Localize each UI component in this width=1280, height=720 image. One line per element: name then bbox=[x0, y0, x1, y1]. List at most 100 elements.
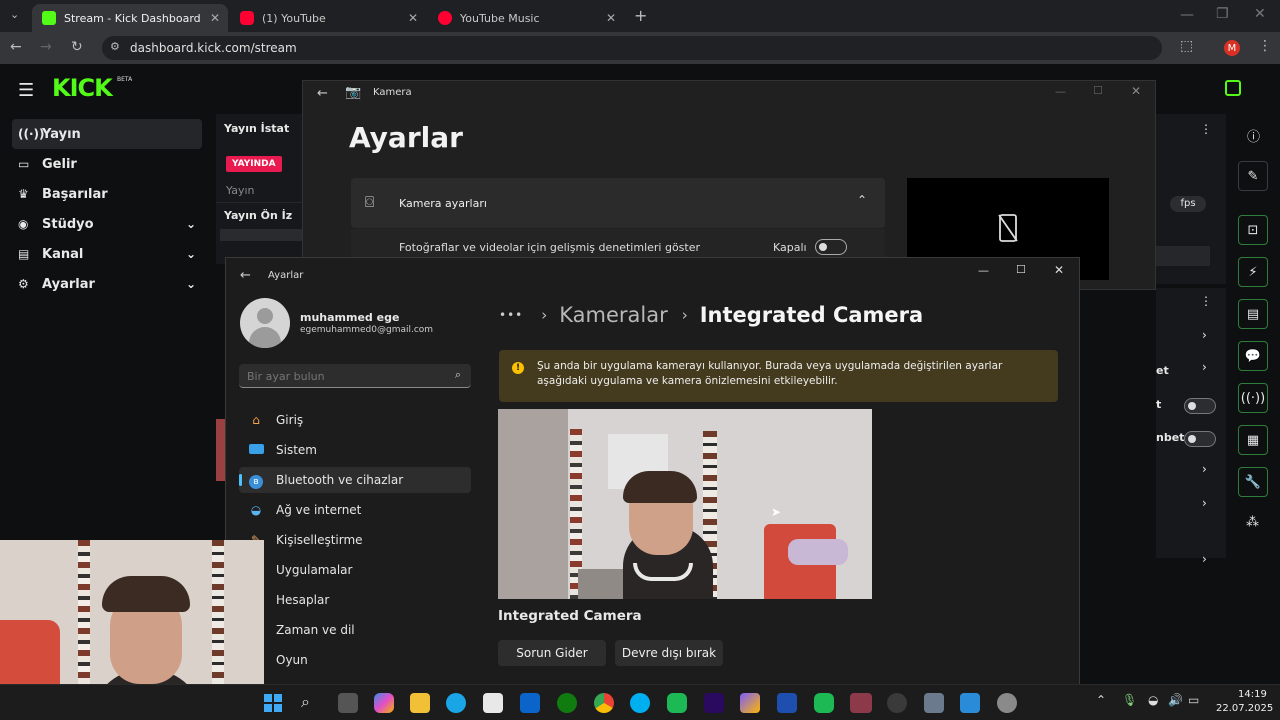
minimize-icon[interactable]: — bbox=[978, 264, 989, 277]
chevron-right-icon[interactable]: › bbox=[1202, 496, 1207, 510]
sidebar-item-kisisellestirme[interactable]: ✎ Kişiselleştirme bbox=[239, 527, 471, 553]
minimize-icon[interactable]: — bbox=[1055, 85, 1066, 98]
tab-kick-dashboard[interactable]: Stream - Kick Dashboard ✕ bbox=[32, 4, 228, 32]
copilot-icon[interactable] bbox=[374, 693, 394, 713]
toggle-switch[interactable] bbox=[1184, 431, 1216, 447]
refresh-app-icon[interactable] bbox=[814, 693, 834, 713]
kick-nav-studyo[interactable]: ◉ Stüdyo ⌄ bbox=[12, 209, 202, 239]
tab-youtube[interactable]: (1) YouTube ✕ bbox=[230, 4, 426, 32]
close-window-icon[interactable]: ✕ bbox=[1254, 6, 1266, 22]
extensions-icon[interactable]: ⬚ bbox=[1180, 38, 1193, 54]
hand-app-icon[interactable] bbox=[850, 693, 872, 713]
layout-icon[interactable]: ▦ bbox=[1238, 425, 1268, 455]
lightning-icon[interactable]: ⚡ bbox=[1238, 257, 1268, 287]
share-nodes-icon[interactable]: ⁂ bbox=[1246, 515, 1259, 530]
camera-app-taskbar-icon[interactable] bbox=[924, 693, 944, 713]
notes-icon[interactable]: ▤ bbox=[1238, 299, 1268, 329]
sidebar-item-sistem[interactable]: Sistem bbox=[239, 437, 471, 463]
chevron-right-icon[interactable]: › bbox=[1202, 462, 1207, 476]
back-arrow-icon[interactable]: ← bbox=[317, 86, 328, 101]
search-icon[interactable]: ⌕ bbox=[455, 368, 461, 382]
file-explorer-icon[interactable] bbox=[410, 693, 430, 713]
close-icon[interactable]: ✕ bbox=[606, 11, 616, 25]
chevron-up-icon[interactable]: ⌃ bbox=[1096, 693, 1106, 707]
premiere-icon[interactable] bbox=[704, 693, 724, 713]
breadcrumb-ellipsis[interactable]: ••• bbox=[499, 308, 523, 322]
browser-menu-icon[interactable]: ⋮ bbox=[1258, 38, 1272, 54]
sidebar-item-uygulamalar[interactable]: ▦ Uygulamalar bbox=[239, 557, 471, 583]
chrome-icon[interactable] bbox=[594, 693, 614, 713]
back-arrow-icon[interactable]: ← bbox=[10, 39, 22, 55]
close-icon[interactable]: ✕ bbox=[408, 11, 418, 25]
sidebar-item-oyun[interactable]: 🎮 Oyun bbox=[239, 647, 471, 673]
back-arrow-icon[interactable]: ← bbox=[240, 268, 251, 283]
reload-icon[interactable]: ↻ bbox=[71, 39, 83, 55]
breadcrumb-kameralar[interactable]: Kameralar bbox=[559, 303, 668, 327]
battery-icon[interactable]: ▭ bbox=[1188, 693, 1199, 707]
kick-nav-gelir[interactable]: ▭ Gelir bbox=[12, 149, 202, 179]
tab-list-chevron-icon[interactable]: ⌄ bbox=[10, 8, 19, 21]
profile-avatar[interactable]: M bbox=[1224, 40, 1240, 56]
address-bar[interactable]: ⚙ dashboard.kick.com/stream bbox=[102, 36, 1162, 60]
xbox-icon[interactable] bbox=[557, 693, 577, 713]
video-app-icon[interactable] bbox=[960, 693, 980, 713]
linkedin-icon[interactable] bbox=[777, 693, 797, 713]
info-icon[interactable]: ⓘ bbox=[1247, 126, 1260, 145]
skype-icon[interactable] bbox=[630, 693, 650, 713]
close-icon[interactable]: ✕ bbox=[210, 11, 220, 25]
screen-capture-icon[interactable]: ⊡ bbox=[1238, 215, 1268, 245]
sidebar-item-bluetooth[interactable]: ʙ Bluetooth ve cihazlar bbox=[239, 467, 471, 493]
microphone-icon[interactable]: 🎙 bbox=[1122, 693, 1137, 707]
avatar[interactable] bbox=[240, 298, 290, 348]
chevron-right-icon[interactable]: › bbox=[1202, 360, 1207, 374]
site-info-icon[interactable]: ⚙ bbox=[110, 40, 120, 53]
camera-settings-section[interactable]: ⌼ Kamera ayarları ⌃ bbox=[351, 178, 885, 228]
clock-date[interactable]: 22.07.2025 bbox=[1216, 703, 1273, 714]
sidebar-item-zaman[interactable]: ◷ Zaman ve dil bbox=[239, 617, 471, 643]
start-windows-icon[interactable] bbox=[264, 694, 282, 712]
kick-logo[interactable]: KICK bbox=[52, 74, 113, 102]
obs-icon[interactable] bbox=[887, 693, 907, 713]
sidebar-item-hesaplar[interactable]: ☺ Hesaplar bbox=[239, 587, 471, 613]
sidebar-item-ag[interactable]: ◒ Ağ ve internet bbox=[239, 497, 471, 523]
more-options-icon[interactable]: ⋮ bbox=[1200, 122, 1212, 136]
search-icon[interactable]: ⌕ bbox=[301, 692, 310, 712]
settings-search[interactable]: ⌕ bbox=[239, 364, 471, 388]
disable-button[interactable]: Devre dışı bırak bbox=[615, 640, 723, 666]
chevron-right-icon[interactable]: › bbox=[1202, 552, 1207, 566]
new-tab-plus-icon[interactable]: + bbox=[634, 6, 647, 25]
store-icon[interactable] bbox=[483, 693, 503, 713]
hamburger-menu-icon[interactable]: ☰ bbox=[18, 80, 34, 101]
maximize-icon[interactable]: ☐ bbox=[1016, 263, 1026, 276]
whatsapp-icon[interactable] bbox=[667, 693, 687, 713]
wrench-icon[interactable]: 🔧 bbox=[1238, 467, 1268, 497]
office-icon[interactable] bbox=[740, 693, 760, 713]
close-window-icon[interactable]: ✕ bbox=[1054, 263, 1064, 277]
chat-icon[interactable]: 💬 bbox=[1238, 341, 1268, 371]
more-options-icon[interactable]: ⋮ bbox=[1200, 294, 1212, 308]
advanced-controls-toggle[interactable] bbox=[815, 239, 847, 255]
kick-nav-kanal[interactable]: ▤ Kanal ⌄ bbox=[12, 239, 202, 269]
chevron-up-icon[interactable]: ⌃ bbox=[857, 193, 867, 207]
sidebar-item-giris[interactable]: ⌂ Giriş bbox=[239, 407, 471, 433]
forward-arrow-icon[interactable]: → bbox=[40, 39, 52, 55]
edit-pencil-icon[interactable]: ✎ bbox=[1238, 161, 1268, 191]
close-window-icon[interactable]: ✕ bbox=[1131, 84, 1141, 98]
volume-icon[interactable]: 🔊 bbox=[1168, 693, 1183, 707]
broadcast-icon[interactable]: ((·)) bbox=[1238, 383, 1268, 413]
wifi-icon[interactable]: ◒ bbox=[1148, 693, 1158, 707]
toggle-switch[interactable] bbox=[1184, 398, 1216, 414]
chevron-right-icon[interactable]: › bbox=[1202, 328, 1207, 342]
tab-youtube-music[interactable]: YouTube Music ✕ bbox=[428, 4, 624, 32]
kick-nav-ayarlar[interactable]: ⚙ Ayarlar ⌄ bbox=[12, 269, 202, 299]
maximize-icon[interactable]: ❐ bbox=[1216, 6, 1229, 22]
kick-status-icon[interactable] bbox=[1225, 80, 1241, 96]
settings-gear-taskbar-icon[interactable] bbox=[997, 693, 1017, 713]
kick-nav-basarilar[interactable]: ♛ Başarılar bbox=[12, 179, 202, 209]
search-input[interactable] bbox=[247, 368, 437, 384]
clock-time[interactable]: 14:19 bbox=[1238, 689, 1267, 700]
troubleshoot-button[interactable]: Sorun Gider bbox=[498, 640, 606, 666]
edge-icon[interactable] bbox=[446, 693, 466, 713]
maximize-icon[interactable]: ☐ bbox=[1093, 84, 1103, 97]
outlook-icon[interactable] bbox=[520, 693, 540, 713]
